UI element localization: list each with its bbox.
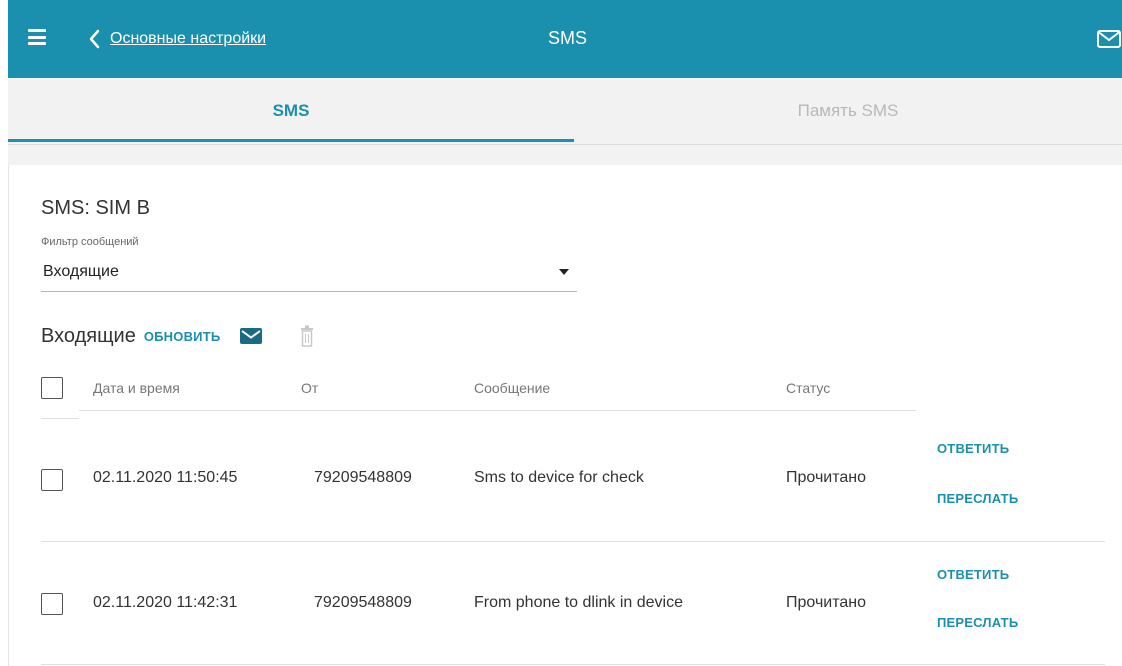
chevron-left-icon xyxy=(89,29,100,49)
reply-button[interactable]: ОТВЕТИТЬ xyxy=(937,567,1009,582)
tab-bar: SMS Память SMS xyxy=(8,78,1122,145)
row-date: 02.11.2020 11:50:45 xyxy=(93,469,238,486)
active-tab-indicator xyxy=(8,139,574,142)
divider xyxy=(79,410,916,411)
row-status: Прочитано xyxy=(786,469,866,486)
tab-sms-memory[interactable]: Память SMS xyxy=(574,78,1122,144)
column-header-date: Дата и время xyxy=(93,380,180,396)
page-title: SMS xyxy=(548,28,588,48)
content-gap xyxy=(8,145,1122,165)
forward-button[interactable]: ПЕРЕСЛАТЬ xyxy=(937,615,1018,630)
column-header-message: Сообщение xyxy=(474,380,551,396)
row-from: 79209548809 xyxy=(314,594,412,611)
top-app-bar: Основные настройки SMS xyxy=(8,0,1122,78)
envelope-icon[interactable] xyxy=(1097,30,1121,48)
column-header-status: Статус xyxy=(786,380,831,396)
column-header-from: От xyxy=(301,380,319,396)
section-header: Входящие ОБНОВИТЬ xyxy=(41,322,314,350)
trash-icon[interactable] xyxy=(300,325,314,347)
section-title: Входящие xyxy=(41,324,136,347)
back-link-label[interactable]: Основные настройки xyxy=(110,30,266,48)
row-status: Прочитано xyxy=(786,594,866,611)
select-all-checkbox[interactable] xyxy=(41,377,63,399)
divider xyxy=(41,664,1105,665)
message-filter-select[interactable]: Входящие xyxy=(41,255,577,292)
sms-card: SMS: SIM B Фильтр сообщений Входящие Вхо… xyxy=(8,165,1122,666)
reply-button[interactable]: ОТВЕТИТЬ xyxy=(937,441,1009,456)
tab-sms[interactable]: SMS xyxy=(8,78,574,144)
hamburger-icon[interactable] xyxy=(28,29,46,45)
back-link[interactable]: Основные настройки xyxy=(88,29,266,49)
divider xyxy=(41,418,79,419)
message-filter-value: Входящие xyxy=(43,263,119,280)
filter-label: Фильтр сообщений xyxy=(41,236,139,248)
card-title: SMS: SIM B xyxy=(41,197,150,219)
row-checkbox[interactable] xyxy=(41,469,63,491)
caret-down-icon xyxy=(559,269,569,275)
refresh-button[interactable]: ОБНОВИТЬ xyxy=(144,329,221,344)
row-date: 02.11.2020 11:42:31 xyxy=(93,594,238,611)
row-checkbox[interactable] xyxy=(41,593,63,615)
row-message: Sms to device for check xyxy=(474,469,644,486)
forward-button[interactable]: ПЕРЕСЛАТЬ xyxy=(937,491,1018,506)
row-from: 79209548809 xyxy=(314,469,412,486)
divider xyxy=(41,541,1105,542)
envelope-icon[interactable] xyxy=(240,328,263,344)
row-message: From phone to dlink in device xyxy=(474,594,683,611)
